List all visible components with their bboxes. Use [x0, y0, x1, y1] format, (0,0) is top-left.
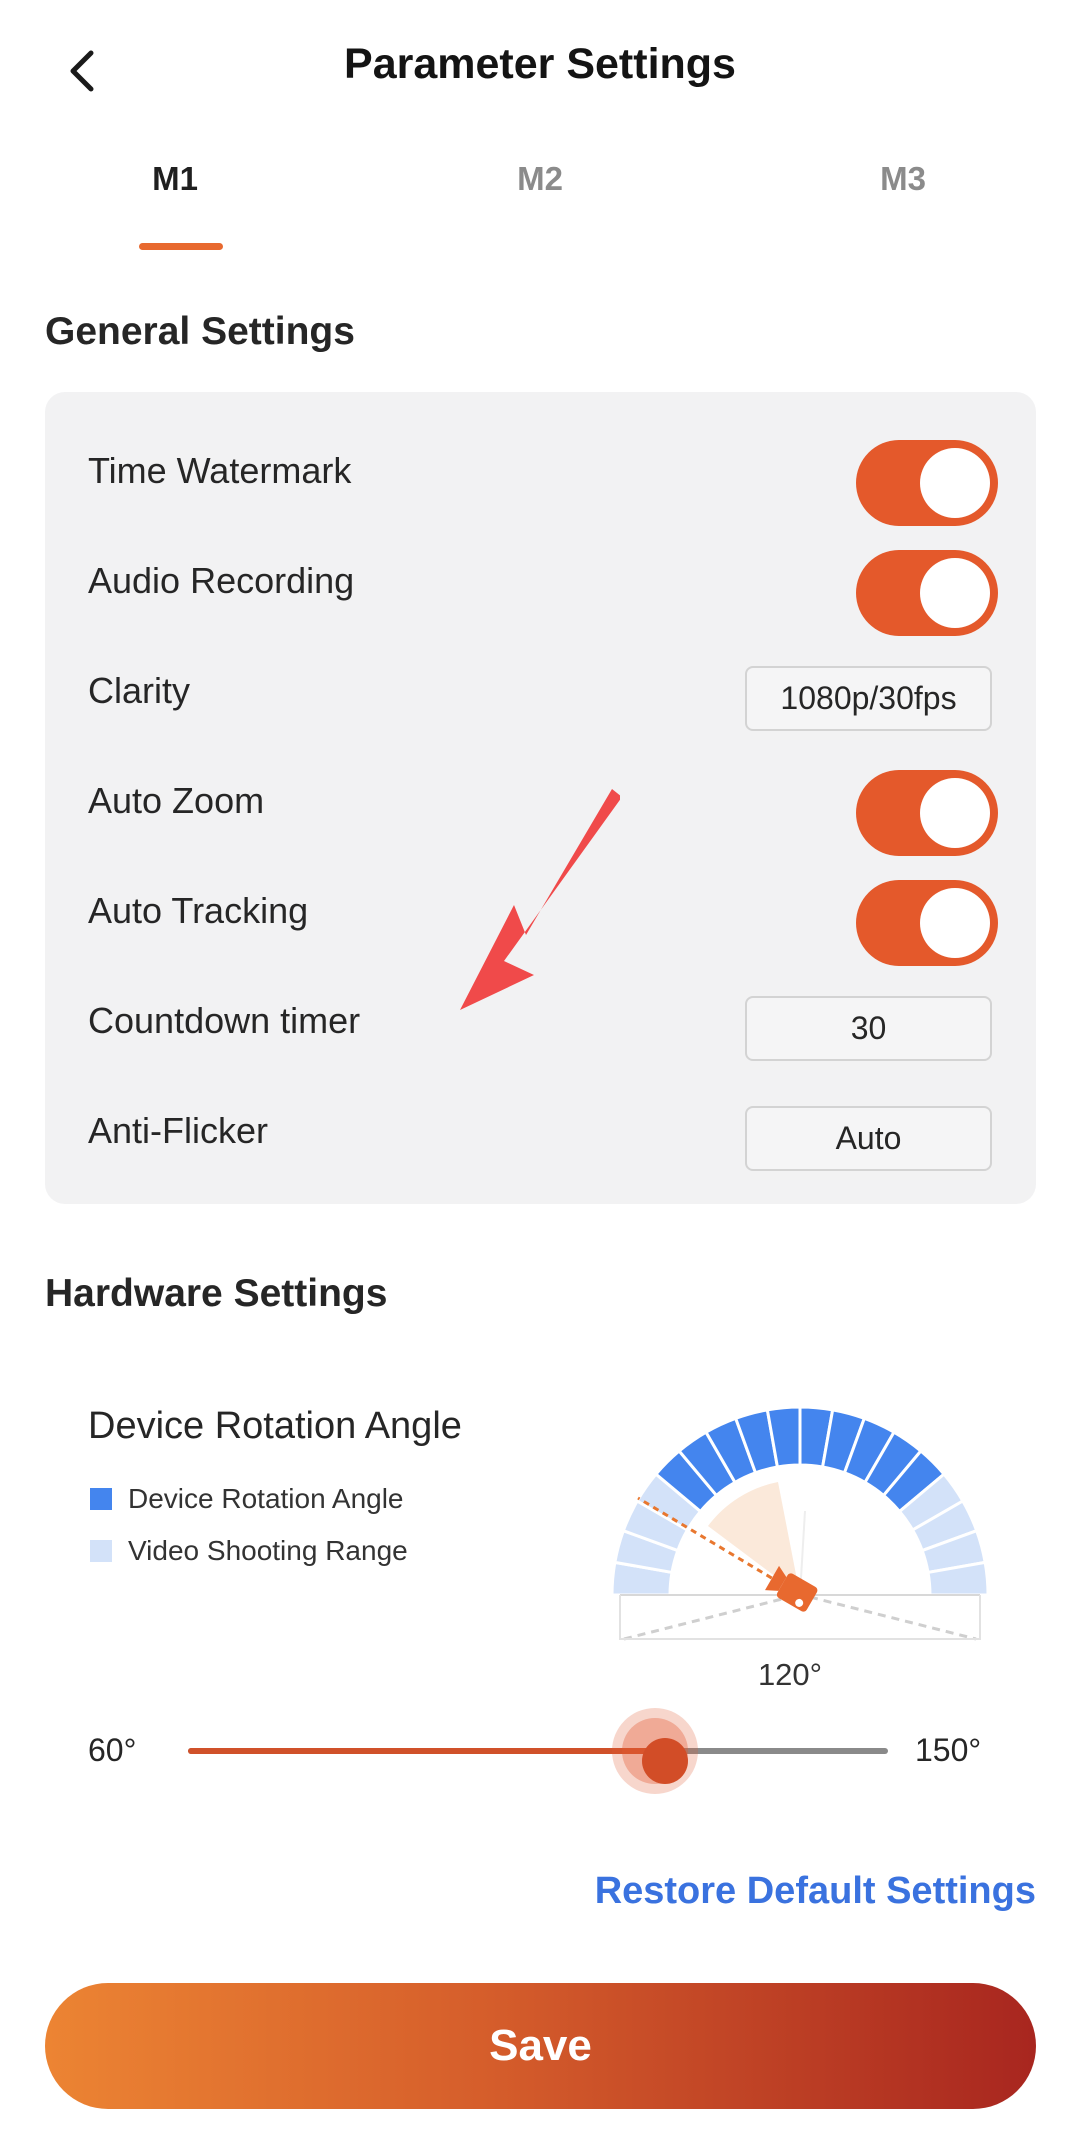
hardware-settings-title: Hardware Settings — [45, 1272, 388, 1315]
header: Parameter Settings — [0, 0, 1080, 140]
slider-max-label: 150° — [915, 1732, 982, 1768]
anti-flicker-select[interactable]: Auto — [745, 1106, 992, 1171]
angle-value: 120° — [757, 1657, 823, 1692]
row-label: Time Watermark — [88, 450, 352, 491]
time-watermark-toggle[interactable] — [856, 440, 998, 526]
settings-row-audio-recording: Audio Recording — [45, 526, 1036, 636]
general-settings-title: General Settings — [45, 310, 355, 353]
device-rotation-angle-label: Device Rotation Angle — [88, 1405, 462, 1447]
restore-default-settings-link[interactable]: Restore Default Settings — [595, 1870, 1036, 1913]
row-label: Audio Recording — [88, 560, 355, 601]
angle-slider-track[interactable] — [188, 1748, 888, 1754]
toggle-knob — [920, 778, 990, 848]
row-label: Anti-Flicker — [88, 1110, 269, 1151]
toggle-knob — [920, 558, 990, 628]
countdown-timer-select[interactable]: 30 — [745, 996, 992, 1061]
tab-bar: M1 M2 M3 — [0, 150, 1080, 260]
page-title: Parameter Settings — [344, 40, 736, 88]
save-button[interactable]: Save — [45, 1983, 1036, 2109]
auto-tracking-toggle[interactable] — [856, 880, 998, 966]
tab-m2[interactable]: M2 — [480, 160, 600, 198]
settings-row-anti-flicker: Anti-Flicker Auto — [45, 1076, 1036, 1186]
settings-row-clarity: Clarity 1080p/30fps — [45, 636, 1036, 746]
legend-item-rotation: Device Rotation Angle — [90, 1483, 404, 1515]
tab-m1[interactable]: M1 — [115, 160, 235, 198]
row-label: Auto Tracking — [88, 890, 309, 931]
toggle-knob — [920, 448, 990, 518]
auto-zoom-toggle[interactable] — [856, 770, 998, 856]
clarity-select[interactable]: 1080p/30fps — [745, 666, 992, 731]
angle-slider-fill — [188, 1748, 655, 1754]
rotation-gauge — [610, 1405, 990, 1665]
audio-recording-toggle[interactable] — [856, 550, 998, 636]
slider-thumb-core — [641, 1738, 688, 1784]
active-tab-indicator — [139, 243, 223, 250]
slider-min-label: 60° — [88, 1732, 137, 1768]
legend-swatch-light-blue — [90, 1540, 112, 1562]
tab-m3[interactable]: M3 — [843, 160, 963, 198]
row-label: Auto Zoom — [88, 780, 265, 821]
legend-item-range: Video Shooting Range — [90, 1535, 408, 1567]
toggle-knob — [920, 888, 990, 958]
legend-swatch-blue — [90, 1488, 112, 1510]
legend-label: Device Rotation Angle — [128, 1483, 404, 1514]
angle-slider-thumb[interactable] — [611, 1708, 698, 1794]
annotation-arrow-icon — [460, 789, 620, 1010]
row-label: Clarity — [88, 670, 191, 711]
settings-row-time-watermark: Time Watermark — [45, 416, 1036, 526]
slider-thumb-halo — [621, 1718, 688, 1784]
row-label: Countdown timer — [88, 1000, 361, 1041]
legend-label: Video Shooting Range — [128, 1535, 408, 1566]
